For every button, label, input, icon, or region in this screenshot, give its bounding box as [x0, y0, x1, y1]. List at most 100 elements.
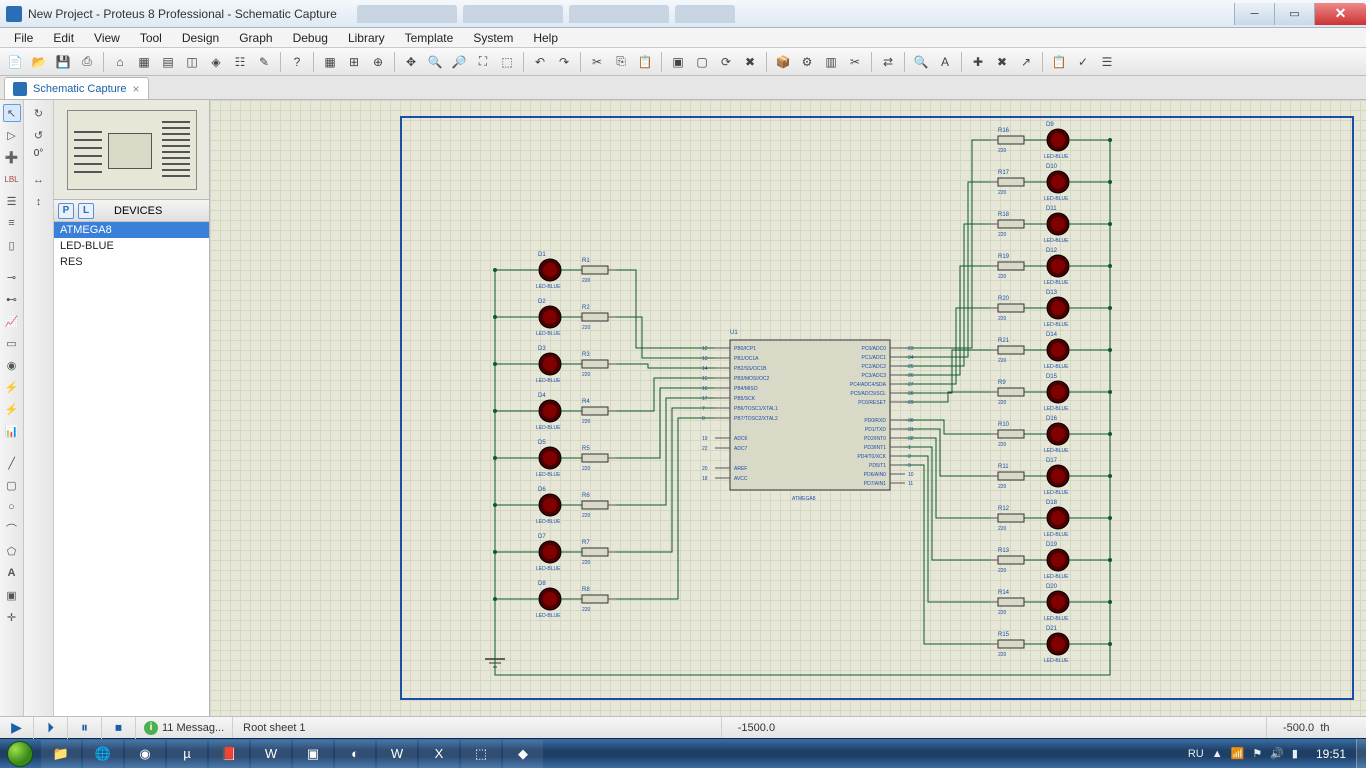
pick-parts-button[interactable]: P: [58, 203, 74, 219]
schematic-icon[interactable]: ▦: [133, 51, 155, 73]
tab-close-icon[interactable]: ×: [133, 82, 140, 96]
mirror-v-icon[interactable]: ↕: [30, 193, 48, 211]
schematic-canvas[interactable]: U1ATMEGA812PB0/ICP113PB1/OC1A14PB2/SS/OC…: [210, 100, 1366, 716]
tray-flag-icon[interactable]: ⚑: [1252, 747, 1262, 760]
packaging-icon[interactable]: ▥: [820, 51, 842, 73]
tray-lang[interactable]: RU: [1188, 748, 1204, 760]
taskbar-app5-icon[interactable]: ◐: [335, 740, 375, 768]
minimize-button[interactable]: ─: [1234, 3, 1274, 25]
tray-battery-icon[interactable]: 📶: [1231, 747, 1245, 760]
overview-map[interactable]: [54, 100, 209, 200]
menu-debug[interactable]: Debug: [283, 31, 338, 45]
menu-help[interactable]: Help: [523, 31, 568, 45]
remove-sheet-icon[interactable]: ✖: [991, 51, 1013, 73]
bom-icon[interactable]: ☷: [229, 51, 251, 73]
property-icon[interactable]: A: [934, 51, 956, 73]
decompose-icon[interactable]: ✂: [844, 51, 866, 73]
rotation-angle[interactable]: 0°: [34, 148, 44, 159]
menu-system[interactable]: System: [463, 31, 523, 45]
instrument-icon[interactable]: 📊: [3, 422, 21, 440]
zoom-in-icon[interactable]: 🔍: [424, 51, 446, 73]
taskbar-app8-icon[interactable]: ⬚: [461, 740, 501, 768]
menu-edit[interactable]: Edit: [43, 31, 84, 45]
step-button[interactable]: ⏵: [34, 717, 68, 739]
tray-volume-icon[interactable]: 🔊: [1270, 747, 1284, 760]
selection-mode-icon[interactable]: ↖: [3, 104, 21, 122]
taskbar-word-icon[interactable]: W: [377, 740, 417, 768]
make-device-icon[interactable]: ⚙: [796, 51, 818, 73]
menu-view[interactable]: View: [84, 31, 130, 45]
pan-icon[interactable]: ✥: [400, 51, 422, 73]
taskbar-app1-icon[interactable]: ◉: [125, 740, 165, 768]
wire-autoroute-icon[interactable]: ⇄: [877, 51, 899, 73]
probe-v-icon[interactable]: ⚡: [3, 378, 21, 396]
netlist-icon[interactable]: ☰: [1096, 51, 1118, 73]
mirror-h-icon[interactable]: ↔: [30, 171, 48, 189]
marker-icon[interactable]: ✛: [3, 608, 21, 626]
text-script-icon[interactable]: ☰: [3, 192, 21, 210]
gerber-icon[interactable]: ◈: [205, 51, 227, 73]
play-button[interactable]: ▶: [0, 717, 34, 739]
search-icon[interactable]: 🔍: [910, 51, 932, 73]
copy-icon[interactable]: ⎘: [610, 51, 632, 73]
taskbar-pdf-icon[interactable]: 📕: [209, 740, 249, 768]
tape-icon[interactable]: ▭: [3, 334, 21, 352]
stop-button[interactable]: ⏹: [102, 717, 136, 739]
paste-icon[interactable]: 📋: [634, 51, 656, 73]
graph-icon[interactable]: 📈: [3, 312, 21, 330]
devices-list[interactable]: ATMEGA8 LED-BLUE RES: [54, 222, 209, 716]
device-item-res[interactable]: RES: [54, 254, 209, 270]
terminal-icon[interactable]: ⊸: [3, 268, 21, 286]
origin-icon[interactable]: ⊕: [367, 51, 389, 73]
arc-2d-icon[interactable]: ⌒: [3, 520, 21, 538]
tray-up-icon[interactable]: ▲: [1212, 748, 1223, 760]
new-sheet-icon[interactable]: ✚: [967, 51, 989, 73]
rotate-cw-icon[interactable]: ↻: [30, 104, 48, 122]
tab-schematic[interactable]: Schematic Capture ×: [4, 77, 149, 99]
help-icon[interactable]: ?: [286, 51, 308, 73]
block-move-icon[interactable]: ▢: [691, 51, 713, 73]
taskbar-chrome-icon[interactable]: 🌐: [83, 740, 123, 768]
home-icon[interactable]: ⌂: [109, 51, 131, 73]
symbol-2d-icon[interactable]: ▣: [3, 586, 21, 604]
new-file-icon[interactable]: 📄: [4, 51, 26, 73]
system-tray[interactable]: RU ▲ 📶 ⚑ 🔊 ▮: [1180, 747, 1306, 760]
tray-clock[interactable]: 19:51: [1306, 747, 1356, 761]
tray-net-icon[interactable]: ▮: [1292, 747, 1298, 760]
maximize-button[interactable]: ▭: [1274, 3, 1314, 25]
close-project-icon[interactable]: ⎙: [76, 51, 98, 73]
circle-2d-icon[interactable]: ○: [3, 498, 21, 516]
pick-device-icon[interactable]: 📦: [772, 51, 794, 73]
save-file-icon[interactable]: 💾: [52, 51, 74, 73]
exit-sheet-icon[interactable]: ↗: [1015, 51, 1037, 73]
menu-design[interactable]: Design: [172, 31, 229, 45]
junction-icon[interactable]: ➕: [3, 148, 21, 166]
pcb-icon[interactable]: ▤: [157, 51, 179, 73]
generator-icon[interactable]: ◉: [3, 356, 21, 374]
messages-indicator[interactable]: i 11 Messag...: [136, 717, 233, 738]
block-rotate-icon[interactable]: ⟳: [715, 51, 737, 73]
bom-report-icon[interactable]: 📋: [1048, 51, 1070, 73]
redo-icon[interactable]: ↷: [553, 51, 575, 73]
cut-icon[interactable]: ✂: [586, 51, 608, 73]
device-pin-icon[interactable]: ⊷: [3, 290, 21, 308]
line-2d-icon[interactable]: ╱: [3, 454, 21, 472]
snap-icon[interactable]: ⊞: [343, 51, 365, 73]
component-mode-icon[interactable]: ▷: [3, 126, 21, 144]
device-item-led[interactable]: LED-BLUE: [54, 238, 209, 254]
path-2d-icon[interactable]: ⬠: [3, 542, 21, 560]
libraries-button[interactable]: L: [78, 203, 94, 219]
undo-icon[interactable]: ↶: [529, 51, 551, 73]
label-icon[interactable]: LBL: [3, 170, 21, 188]
bus-icon[interactable]: ≡: [3, 214, 21, 232]
rotate-ccw-icon[interactable]: ↺: [30, 126, 48, 144]
zoom-out-icon[interactable]: 🔎: [448, 51, 470, 73]
open-file-icon[interactable]: 📂: [28, 51, 50, 73]
text-2d-icon[interactable]: A: [3, 564, 21, 582]
code-icon[interactable]: ✎: [253, 51, 275, 73]
device-item-atmega8[interactable]: ATMEGA8: [54, 222, 209, 238]
zoom-area-icon[interactable]: ⬚: [496, 51, 518, 73]
subcircuit-icon[interactable]: ▯: [3, 236, 21, 254]
menu-graph[interactable]: Graph: [229, 31, 282, 45]
taskbar-app9-icon[interactable]: ◆: [503, 740, 543, 768]
